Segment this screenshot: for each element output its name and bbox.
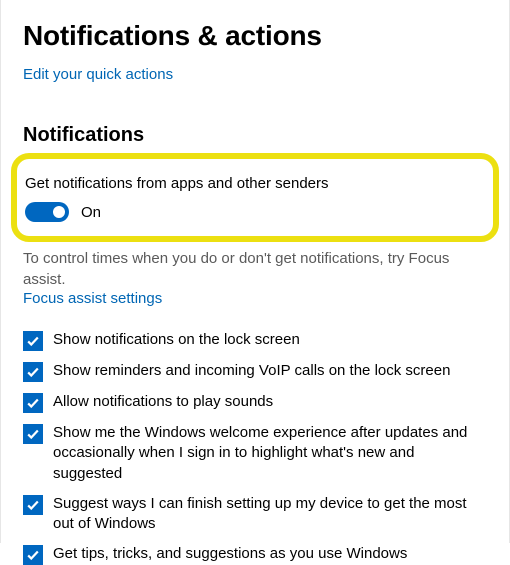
checkbox-finish-setup-suggestions[interactable]: Suggest ways I can finish setting up my … [23, 494, 487, 535]
master-toggle-label: Get notifications from apps and other se… [25, 175, 485, 192]
checkbox-label: Show notifications on the lock screen [53, 330, 300, 350]
checkbox-lock-screen-notifications[interactable]: Show notifications on the lock screen [23, 330, 487, 351]
checkbox-welcome-experience[interactable]: Show me the Windows welcome experience a… [23, 423, 487, 484]
checkmark-icon [23, 495, 43, 515]
checkbox-reminders-voip-lock-screen[interactable]: Show reminders and incoming VoIP calls o… [23, 361, 487, 382]
checkmark-icon [23, 545, 43, 565]
checkbox-play-sounds[interactable]: Allow notifications to play sounds [23, 392, 487, 413]
checkmark-icon [23, 331, 43, 351]
master-toggle-highlight: Get notifications from apps and other se… [11, 153, 499, 242]
master-notifications-toggle[interactable] [25, 202, 69, 222]
checkmark-icon [23, 424, 43, 444]
notifications-section-title: Notifications [23, 124, 487, 147]
checkbox-tips-tricks[interactable]: Get tips, tricks, and suggestions as you… [23, 544, 487, 565]
checkbox-label: Get tips, tricks, and suggestions as you… [53, 544, 407, 564]
checkbox-label: Show reminders and incoming VoIP calls o… [53, 361, 450, 381]
focus-assist-settings-link[interactable]: Focus assist settings [23, 290, 162, 307]
notification-options-list: Show notifications on the lock screen Sh… [23, 330, 487, 565]
master-toggle-state: On [81, 204, 101, 221]
edit-quick-actions-link[interactable]: Edit your quick actions [23, 66, 173, 83]
focus-assist-help-text: To control times when you do or don't ge… [23, 248, 487, 290]
checkbox-label: Suggest ways I can finish setting up my … [53, 494, 483, 535]
checkbox-label: Allow notifications to play sounds [53, 392, 273, 412]
checkbox-label: Show me the Windows welcome experience a… [53, 423, 483, 484]
page-title: Notifications & actions [23, 20, 487, 52]
toggle-knob-icon [53, 206, 65, 218]
checkmark-icon [23, 393, 43, 413]
checkmark-icon [23, 362, 43, 382]
